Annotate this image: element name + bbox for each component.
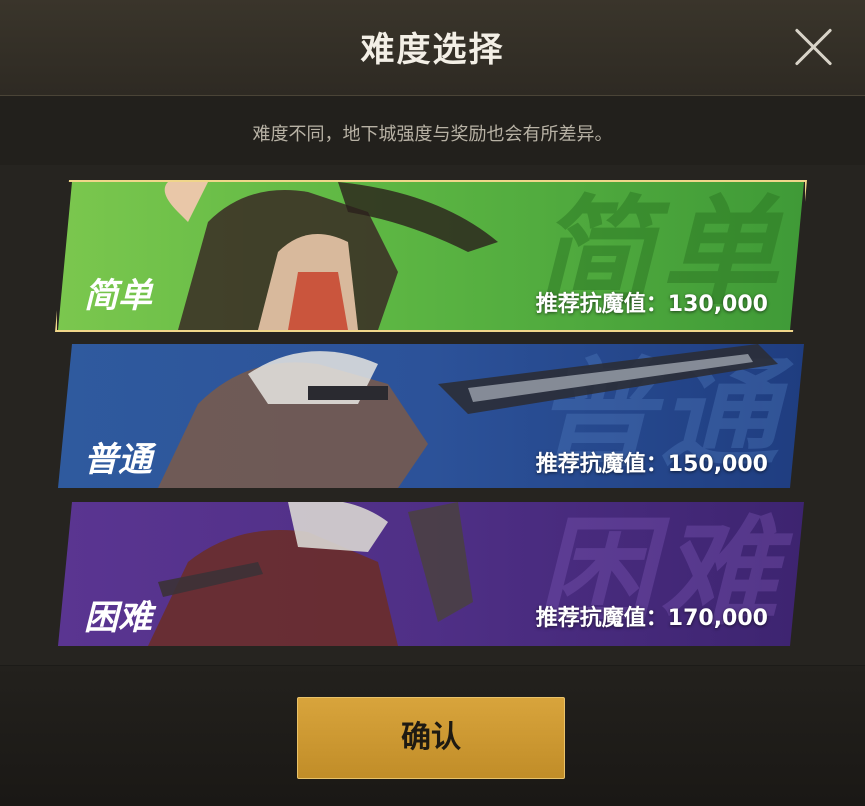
title-bar: 难度选择 bbox=[0, 0, 865, 96]
character-art bbox=[138, 182, 498, 330]
difficulty-label-easy: 简单 bbox=[84, 276, 152, 316]
difficulty-dialog: 难度选择 难度不同，地下城强度与奖励也会有所差异。 简单 简单 推荐抗魔值：13… bbox=[0, 0, 865, 806]
character-art bbox=[138, 502, 498, 646]
difficulty-card-hard[interactable]: 困难 困难 推荐抗魔值：170,000 bbox=[58, 502, 804, 646]
dialog-subtitle: 难度不同，地下城强度与奖励也会有所差异。 bbox=[252, 124, 613, 145]
difficulty-label-hard: 困难 bbox=[84, 598, 152, 638]
confirm-button[interactable]: 确认 bbox=[297, 697, 565, 779]
recommended-power-normal: 推荐抗魔值：150,000 bbox=[535, 452, 768, 477]
difficulty-label-normal: 普通 bbox=[84, 440, 152, 480]
difficulty-card-normal[interactable]: 普通 普通 推荐抗魔值：150,000 bbox=[58, 344, 804, 488]
recommended-power-hard: 推荐抗魔值：170,000 bbox=[535, 606, 768, 631]
difficulty-card-easy[interactable]: 简单 简单 推荐抗魔值：130,000 bbox=[58, 182, 804, 330]
close-icon[interactable] bbox=[790, 24, 836, 70]
dialog-title: 难度选择 bbox=[360, 30, 505, 70]
recommended-power-easy: 推荐抗魔值：130,000 bbox=[535, 292, 768, 317]
